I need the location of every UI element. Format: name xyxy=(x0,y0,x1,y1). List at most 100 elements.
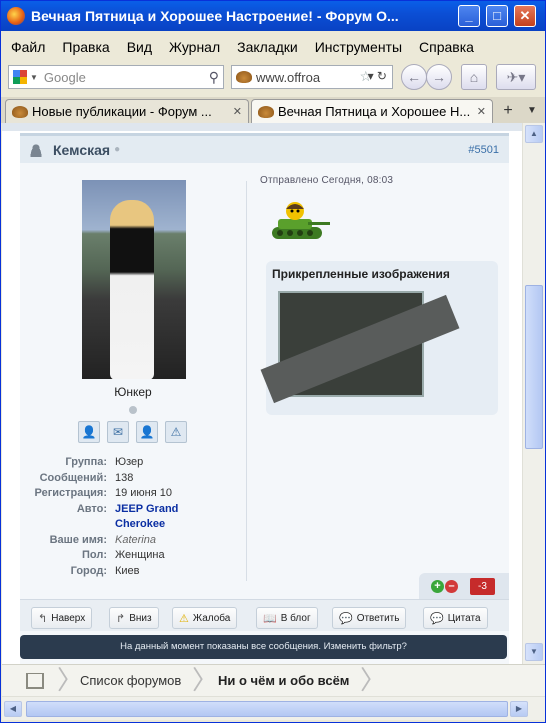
report-button[interactable]: ⚠ Жалоба xyxy=(172,607,238,629)
minimize-button[interactable]: _ xyxy=(458,5,480,27)
horizontal-scrollbar[interactable]: ◀ ▶ xyxy=(2,696,545,720)
scroll-left-arrow-icon[interactable]: ◀ xyxy=(4,701,22,717)
warning-icon: ⚠ xyxy=(179,612,189,625)
home-button[interactable]: ⌂ xyxy=(461,64,487,90)
profile-row: Группа: Юзер xyxy=(20,455,246,471)
profile-key: Сообщений: xyxy=(39,471,107,484)
scroll-right-arrow-icon[interactable]: ▶ xyxy=(510,701,528,717)
rate-minus-icon[interactable]: – xyxy=(445,579,458,593)
menu-tools[interactable]: Инструменты xyxy=(315,39,402,55)
menu-file[interactable]: Файл xyxy=(11,39,45,55)
tab-current-thread[interactable]: Вечная Пятница и Хорошее Н... ✕ xyxy=(251,99,493,123)
book-icon: 📖 xyxy=(263,612,277,625)
to-blog-button[interactable]: 📖 В блог xyxy=(256,607,318,629)
maximize-button[interactable]: □ xyxy=(486,5,508,27)
scrollbar-thumb[interactable] xyxy=(525,285,543,449)
previous-post-edge xyxy=(2,123,522,131)
reload-icon[interactable]: ▾ ↻ xyxy=(368,69,387,83)
breadcrumb-separator-icon: 〉 xyxy=(192,665,219,695)
profile-key: Регистрация: xyxy=(34,487,107,499)
tab-favicon xyxy=(12,105,28,118)
profile-key xyxy=(20,517,115,533)
arrow-up-icon: ↰ xyxy=(38,612,48,625)
arrow-down-icon: ↱ xyxy=(116,612,126,625)
back-button[interactable]: ← xyxy=(401,64,427,90)
profile-key: Пол: xyxy=(81,549,107,561)
vertical-scrollbar[interactable]: ▲ ▼ xyxy=(522,123,545,664)
profile-row: Сообщений: 138 xyxy=(20,471,246,487)
search-input[interactable]: Google xyxy=(44,70,86,85)
breadcrumb-forum-list[interactable]: Список форумов xyxy=(80,673,181,688)
address-bar[interactable]: www.offroa ☆ ▾ ↻ xyxy=(231,65,393,89)
profile-value: Katerina xyxy=(115,533,156,546)
scroll-up-button[interactable]: ↰ Наверх xyxy=(31,607,93,629)
post-date: Отправлено Сегодня, 08:03 xyxy=(260,175,394,186)
rating-value: -3 xyxy=(470,577,495,595)
menu-bookmarks[interactable]: Закладки xyxy=(237,39,298,55)
reply-icon: 💬 xyxy=(339,612,353,625)
profile-row: Cherokee xyxy=(20,517,246,533)
profile-row: Город: Киев xyxy=(20,564,246,580)
tab-close-icon[interactable]: ✕ xyxy=(477,105,486,118)
window-title: Вечная Пятница и Хорошее Настроение! - Ф… xyxy=(31,8,399,24)
tab-label: Новые публикации - Форум ... xyxy=(32,104,212,119)
warn-user-icon[interactable]: ⚠ xyxy=(165,421,187,443)
scroll-down-arrow-icon[interactable]: ▼ xyxy=(525,643,543,661)
google-icon xyxy=(13,70,27,84)
rate-plus-icon[interactable]: + xyxy=(431,579,444,593)
location-pin-icon: ● xyxy=(114,144,121,155)
post-rating: + – -3 xyxy=(419,573,509,599)
firefox-icon xyxy=(7,7,25,25)
author-panel: Юнкер 👤 ✉ 👤 ⚠ Группа: Юзер Сообщений: 138 … xyxy=(20,163,246,578)
car-link[interactable]: Cherokee xyxy=(115,517,165,533)
offline-status-icon xyxy=(129,406,137,414)
reply-button[interactable]: 💬 Ответить xyxy=(332,607,407,629)
tab-list-icon[interactable]: ▼ xyxy=(521,100,543,122)
send-message-icon[interactable]: ✉ xyxy=(107,421,129,443)
navigation-toolbar: ▼ Google ⚲ www.offroa ☆ ▾ ↻ ← → ⌂ ✈▾ xyxy=(1,61,545,95)
search-engine-dropdown-icon[interactable]: ▼ xyxy=(30,73,38,82)
close-button[interactable]: ✕ xyxy=(514,5,536,27)
addon-button[interactable]: ✈▾ xyxy=(496,64,536,90)
search-box[interactable]: ▼ Google ⚲ xyxy=(8,65,224,89)
home-icon[interactable] xyxy=(26,672,44,689)
post-header: Кемская ● #5501 xyxy=(20,133,509,163)
filter-notice[interactable]: На данный момент показаны все сообщения.… xyxy=(20,635,507,659)
author-avatar-photo[interactable] xyxy=(82,180,186,379)
post-actions: ↰ Наверх ↱ Вниз ⚠ Жалоба 📖 В блог 💬 Ответить … xyxy=(20,599,509,631)
title-bar: Вечная Пятница и Хорошее Настроение! - Ф… xyxy=(1,1,545,31)
menu-help[interactable]: Справка xyxy=(419,39,474,55)
menu-edit[interactable]: Правка xyxy=(62,39,109,55)
profile-key: Группа: xyxy=(65,456,107,468)
scroll-up-arrow-icon[interactable]: ▲ xyxy=(525,125,543,143)
car-link[interactable]: JEEP Grand xyxy=(115,502,178,518)
url-input[interactable]: www.offroa xyxy=(256,70,320,85)
quote-button[interactable]: 💬 Цитата xyxy=(423,607,488,629)
attachment-thumbnail[interactable] xyxy=(260,291,460,404)
profile-value: Юзер xyxy=(115,456,144,468)
profile-row: Авто: JEEP Grand xyxy=(20,502,246,518)
forward-button[interactable]: → xyxy=(426,64,452,90)
forum-post: Кемская ● #5501 Юнкер 👤 ✉ 👤 ⚠ Группа: Юзе… xyxy=(20,133,509,664)
profile-row: Регистрация: 19 июня 10 xyxy=(20,486,246,502)
add-friend-icon[interactable]: 👤 xyxy=(78,421,100,443)
scroll-down-button[interactable]: ↱ Вниз xyxy=(109,607,159,629)
horizontal-scrollbar-thumb[interactable] xyxy=(26,701,508,717)
search-icon[interactable]: ⚲ xyxy=(209,69,219,86)
new-tab-button[interactable]: + xyxy=(497,100,519,122)
avatar-figure xyxy=(110,200,154,379)
tab-new-posts[interactable]: Новые публикации - Форум ... ✕ xyxy=(5,99,249,123)
tank-smiley-icon xyxy=(272,202,330,239)
menu-view[interactable]: Вид xyxy=(127,39,152,55)
profile-icon[interactable]: 👤 xyxy=(136,421,158,443)
post-number[interactable]: #5501 xyxy=(468,144,499,156)
author-name[interactable]: Кемская xyxy=(53,142,110,158)
breadcrumb-current[interactable]: Ни о чём и обо всём xyxy=(218,673,349,688)
profile-value: 19 июня 10 xyxy=(115,487,173,499)
tab-close-icon[interactable]: ✕ xyxy=(233,105,242,118)
button-label: Цитата xyxy=(447,612,481,624)
breadcrumb-separator-icon: 〉 xyxy=(57,665,84,695)
thumbnail-road xyxy=(260,294,460,404)
menu-history[interactable]: Журнал xyxy=(169,39,220,55)
breadcrumb-separator-icon: 〉 xyxy=(360,665,387,695)
